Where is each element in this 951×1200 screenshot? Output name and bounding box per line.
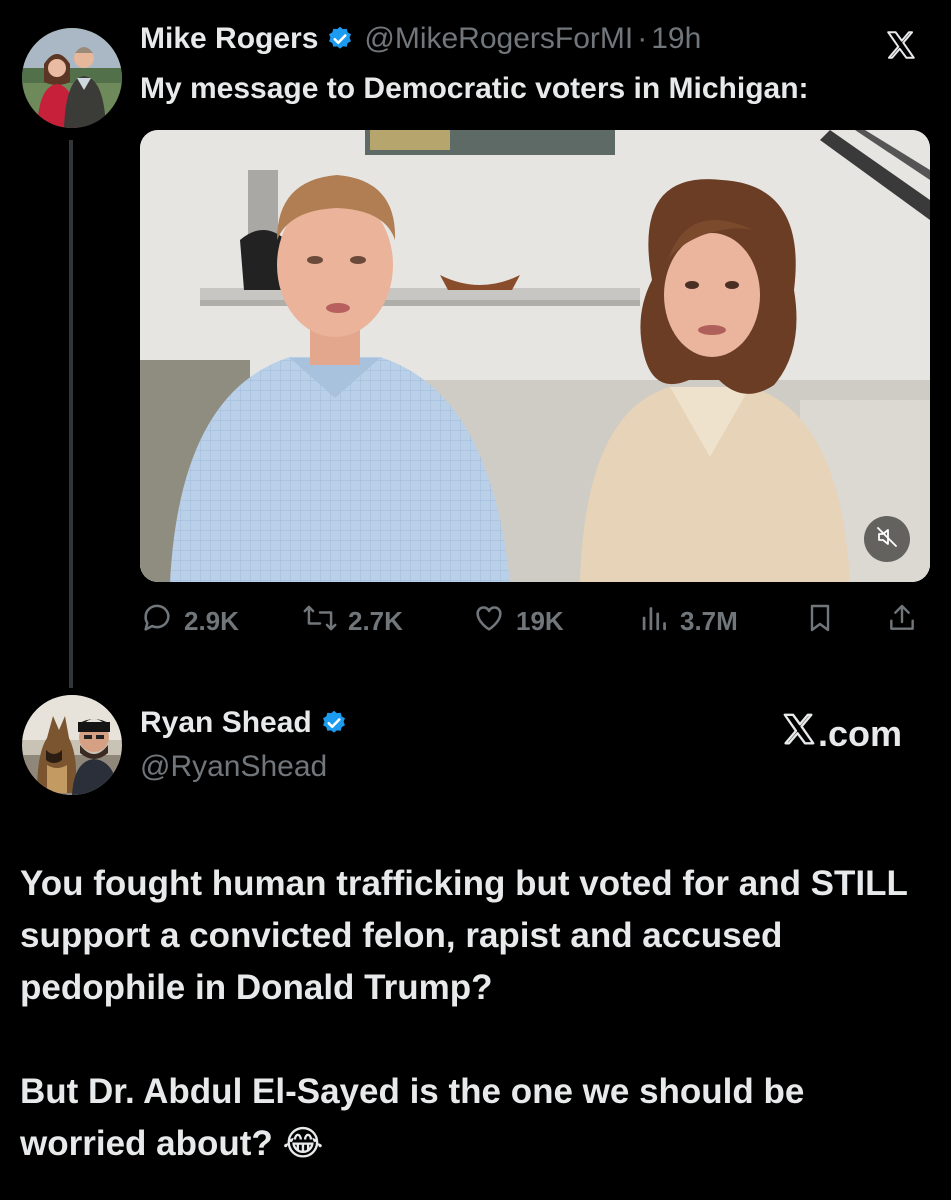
verified-badge-icon [320, 709, 348, 737]
reply-author-handle[interactable]: @RyanShead [140, 750, 327, 784]
views-bar-chart-icon [640, 601, 670, 642]
repost-button[interactable]: 2.7K [302, 601, 403, 642]
tweet-time[interactable]: 19h [651, 22, 701, 56]
author-handle[interactable]: @MikeRogersForMI [364, 22, 633, 56]
laughing-emoji: 😂 [282, 1124, 324, 1163]
x-com-suffix: .com [818, 712, 903, 754]
reply-paragraph-2-text: But Dr. Abdul El-Sayed is the one we sho… [20, 1072, 805, 1163]
bookmark-icon [804, 601, 836, 642]
reply-paragraph-2: But Dr. Abdul El-Sayed is the one we sho… [20, 1066, 920, 1170]
reply-button[interactable]: 2.9K [140, 601, 239, 642]
tweet-video[interactable] [140, 130, 930, 582]
reply-header: Ryan Shead [140, 706, 348, 740]
x-logo-icon[interactable] [884, 28, 918, 62]
share-button[interactable] [886, 601, 918, 642]
reply-count: 2.9K [184, 606, 239, 636]
tweet-actions: 2.9K 2.7K 19K 3.7M [140, 601, 930, 641]
views-count: 3.7M [680, 606, 738, 636]
tweet-header: Mike Rogers @MikeRogersForMI · 19h [140, 22, 701, 56]
heart-icon [472, 601, 506, 642]
reply-body: You fought human trafficking but voted f… [20, 858, 920, 1170]
views-button[interactable]: 3.7M [640, 601, 738, 642]
verified-badge-icon [326, 25, 354, 53]
tweet-text: My message to Democratic voters in Michi… [140, 72, 809, 105]
speaker-muted-icon [875, 525, 899, 554]
like-button[interactable]: 19K [472, 601, 564, 642]
share-upload-icon [886, 601, 918, 642]
author-name[interactable]: Mike Rogers [140, 22, 318, 56]
repost-count: 2.7K [348, 606, 403, 636]
repost-icon [302, 601, 338, 642]
mute-button[interactable] [864, 516, 910, 562]
avatar-ryan-shead[interactable] [22, 695, 122, 795]
x-logo-icon [780, 710, 818, 757]
thread-connector-line [69, 140, 73, 688]
like-count: 19K [516, 606, 564, 636]
x-com-link[interactable]: .com [780, 710, 902, 757]
reply-author-name[interactable]: Ryan Shead [140, 706, 312, 740]
bookmark-button[interactable] [804, 601, 836, 642]
reply-paragraph-1: You fought human trafficking but voted f… [20, 864, 908, 1007]
reply-icon [140, 601, 174, 642]
separator-dot: · [637, 22, 648, 55]
avatar-mike-rogers[interactable] [22, 28, 122, 128]
